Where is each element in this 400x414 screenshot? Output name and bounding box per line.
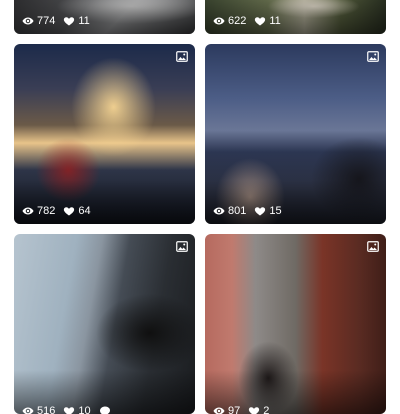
image-icon (367, 241, 379, 252)
likes-count: 15 (269, 205, 282, 217)
image-icon (176, 51, 188, 62)
likes-stat[interactable]: 2 (248, 404, 269, 414)
photo-card[interactable]: 774 11 (14, 0, 195, 34)
views-count: 774 (37, 15, 56, 27)
card-stats: 97 2 (213, 404, 269, 414)
eye-icon (213, 207, 225, 215)
views-count: 782 (37, 205, 56, 217)
eye-icon (213, 407, 225, 414)
views-stat: 516 (22, 404, 55, 414)
views-stat: 782 (22, 204, 55, 218)
likes-count: 11 (78, 15, 90, 27)
eye-icon (213, 17, 225, 25)
likes-stat[interactable]: 64 (63, 204, 91, 218)
photo-feed-grid: 774 11 622 11 782 64 801 15 516 10 97 2 (0, 0, 400, 414)
views-count: 516 (37, 405, 56, 414)
likes-count: 10 (78, 405, 91, 414)
comments-stat[interactable] (99, 405, 111, 414)
likes-stat[interactable]: 15 (254, 204, 282, 218)
likes-count: 2 (263, 405, 270, 414)
views-stat: 622 (213, 14, 246, 28)
card-stats: 774 11 (22, 14, 90, 28)
eye-icon (22, 407, 34, 414)
heart-icon (249, 407, 260, 414)
comment-icon (99, 406, 110, 414)
views-stat: 97 (213, 404, 240, 414)
photo-card[interactable]: 801 15 (205, 44, 386, 224)
views-count: 97 (228, 405, 241, 414)
heart-icon (255, 17, 266, 26)
card-stats: 801 15 (213, 204, 282, 218)
heart-icon (255, 207, 266, 216)
likes-stat[interactable]: 10 (63, 404, 91, 414)
heart-icon (64, 407, 75, 414)
heart-icon (64, 17, 75, 26)
views-stat: 801 (213, 204, 246, 218)
likes-stat[interactable]: 11 (63, 14, 90, 28)
likes-stat[interactable]: 11 (254, 14, 281, 28)
views-count: 801 (228, 205, 247, 217)
photo-card[interactable]: 516 10 (14, 234, 195, 414)
photo-card[interactable]: 97 2 (205, 234, 386, 414)
eye-icon (22, 17, 34, 25)
likes-count: 11 (269, 15, 281, 27)
image-icon (367, 51, 379, 62)
views-count: 622 (228, 15, 247, 27)
card-stats: 782 64 (22, 204, 91, 218)
likes-count: 64 (78, 205, 91, 217)
views-stat: 774 (22, 14, 55, 28)
card-stats: 622 11 (213, 14, 281, 28)
eye-icon (22, 207, 34, 215)
heart-icon (64, 207, 75, 216)
photo-card[interactable]: 622 11 (205, 0, 386, 34)
card-stats: 516 10 (22, 404, 111, 414)
photo-card[interactable]: 782 64 (14, 44, 195, 224)
image-icon (176, 241, 188, 252)
